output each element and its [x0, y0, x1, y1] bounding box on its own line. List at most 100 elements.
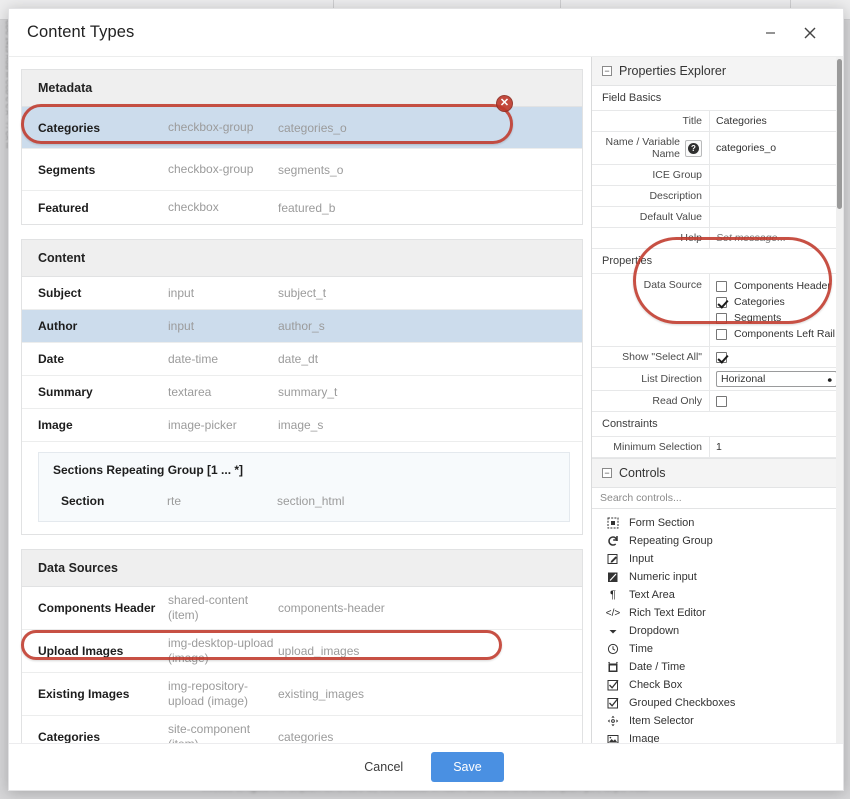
time-icon	[606, 643, 620, 655]
list-direction-select[interactable]: Horizonal ⦁	[716, 371, 837, 387]
property-row-default-value: Default Value	[592, 207, 843, 228]
field-row-author[interactable]: Author input author_s	[22, 310, 582, 343]
rich-text-editor-icon: </>	[605, 607, 621, 619]
show-select-all-value	[710, 347, 843, 367]
property-label: Default Value	[592, 207, 710, 227]
property-label: Show "Select All"	[592, 347, 710, 367]
datasource-row-components-header[interactable]: Components Header shared-content (item) …	[22, 587, 582, 630]
control-item-input[interactable]: Input	[592, 550, 843, 568]
data-source-option-segments[interactable]: Segments	[716, 310, 781, 326]
variable-name-field[interactable]: categories_o	[710, 132, 843, 164]
field-row-summary[interactable]: Summary textarea summary_t	[22, 376, 582, 409]
checkbox-checked-icon[interactable]	[716, 296, 727, 308]
control-item-time[interactable]: Time	[592, 640, 843, 658]
control-label: Form Section	[629, 517, 695, 529]
title-field[interactable]: Categories	[710, 111, 843, 131]
cancel-button[interactable]: Cancel	[348, 752, 419, 782]
field-row-date[interactable]: Date date-time date_dt	[22, 343, 582, 376]
property-row-name-variable: Name / Variable Name ? categories_o	[592, 132, 843, 165]
section-header: Metadata	[22, 70, 582, 107]
field-type: image-picker	[168, 417, 237, 432]
control-item-date-time[interactable]: Date / Time	[592, 658, 843, 676]
scrollbar-thumb[interactable]	[837, 59, 842, 209]
field-row-segments[interactable]: Segments checkbox-group segments_o	[22, 149, 582, 191]
search-controls-input[interactable]: Search controls...	[592, 488, 843, 509]
data-source-option-categories[interactable]: Categories	[716, 294, 785, 310]
field-label: Components Header	[38, 601, 156, 615]
properties-explorer-header[interactable]: − Properties Explorer	[592, 57, 843, 86]
field-row-image[interactable]: Image image-picker image_s	[22, 409, 582, 442]
control-label: Input	[629, 553, 654, 565]
field-label: Author	[38, 319, 78, 333]
property-label: Help	[592, 228, 710, 248]
properties-heading: Properties	[592, 249, 843, 274]
ice-group-field[interactable]	[710, 165, 843, 185]
form-section-icon	[606, 517, 620, 529]
field-variable: categories	[278, 730, 334, 743]
minimum-selection-field[interactable]: 1	[710, 437, 843, 457]
field-type: input	[168, 285, 195, 300]
control-item-grouped-checkboxes[interactable]: Grouped Checkboxes	[592, 694, 843, 712]
control-item-image[interactable]: Image	[592, 730, 843, 743]
field-row-featured[interactable]: Featured checkbox featured_b	[22, 191, 582, 224]
close-icon[interactable]	[799, 22, 821, 44]
datasource-row-upload-images[interactable]: Upload Images img-desktop-upload (image)…	[22, 630, 582, 673]
field-label: Summary	[38, 385, 93, 399]
control-item-dropdown[interactable]: Dropdown	[592, 622, 843, 640]
field-row-section[interactable]: Section rte section_html	[39, 487, 569, 521]
controls-title: Controls	[619, 466, 666, 480]
property-label: List Direction	[592, 368, 710, 390]
datasource-row-existing-images[interactable]: Existing Images img-repository-upload (i…	[22, 673, 582, 716]
field-variable: featured_b	[278, 200, 336, 215]
help-icon[interactable]: ?	[685, 139, 702, 157]
field-row-subject[interactable]: Subject input subject_t	[22, 277, 582, 310]
checkbox-icon[interactable]	[716, 312, 727, 324]
control-item-form-section[interactable]: Form Section	[592, 514, 843, 532]
selected-option: Horizonal	[721, 373, 766, 385]
properties-scrollbar[interactable]	[836, 57, 843, 743]
control-label: Numeric input	[629, 571, 697, 583]
save-button[interactable]: Save	[431, 752, 504, 782]
checkbox-icon[interactable]	[716, 328, 727, 340]
section-header: Content	[22, 240, 582, 277]
field-type: site-component (item)	[168, 722, 251, 743]
control-item-text-area[interactable]: ¶ Text Area	[592, 586, 843, 604]
controls-header[interactable]: − Controls	[592, 458, 843, 488]
item-selector-icon	[606, 715, 620, 727]
checkbox-checked-icon[interactable]	[716, 351, 727, 363]
content-types-modal: Content Types Metadata Categories checkb…	[8, 8, 844, 791]
repeating-group-title: Sections Repeating Group [1 ... *]	[53, 463, 244, 477]
help-message-field[interactable]: Set message...	[710, 228, 843, 248]
field-variable: author_s	[278, 319, 325, 333]
properties-explorer-title: Properties Explorer	[619, 64, 726, 78]
check-box-icon	[606, 679, 620, 691]
collapse-icon[interactable]: −	[602, 66, 612, 76]
control-item-check-box[interactable]: Check Box	[592, 676, 843, 694]
data-source-option-components-left-rail[interactable]: Components Left Rail	[716, 326, 835, 342]
option-label: Segments	[734, 312, 782, 324]
checkbox-icon[interactable]	[716, 395, 727, 407]
datasource-row-categories[interactable]: Categories site-component (item) categor…	[22, 716, 582, 743]
control-item-numeric-input[interactable]: Numeric input	[592, 568, 843, 586]
control-item-item-selector[interactable]: Item Selector	[592, 712, 843, 730]
help-glyph: ?	[688, 142, 699, 154]
field-label: Image	[38, 418, 73, 432]
default-value-field[interactable]	[710, 207, 843, 227]
checkbox-icon[interactable]	[716, 280, 727, 292]
control-label: Grouped Checkboxes	[629, 697, 736, 709]
minimize-icon[interactable]	[759, 22, 781, 44]
data-source-option-components-header[interactable]: Components Header	[716, 278, 831, 294]
property-label: Read Only	[592, 391, 710, 411]
page-title: Content Types	[27, 23, 135, 41]
property-row-help: Help Set message...	[592, 228, 843, 249]
collapse-icon[interactable]: −	[602, 468, 612, 478]
description-field[interactable]	[710, 186, 843, 206]
control-item-rich-text-editor[interactable]: </> Rich Text Editor	[592, 604, 843, 622]
field-type: checkbox-group	[168, 120, 254, 134]
field-label: Categories	[38, 120, 101, 135]
section-card-metadata: Metadata Categories checkbox-group categ…	[21, 69, 583, 225]
control-item-repeating-group[interactable]: Repeating Group	[592, 532, 843, 550]
option-label: Components Left Rail	[734, 328, 835, 340]
field-row-categories[interactable]: Categories checkbox-group categories_o	[22, 107, 582, 149]
field-type: img-desktop-upload (image)	[168, 636, 274, 665]
